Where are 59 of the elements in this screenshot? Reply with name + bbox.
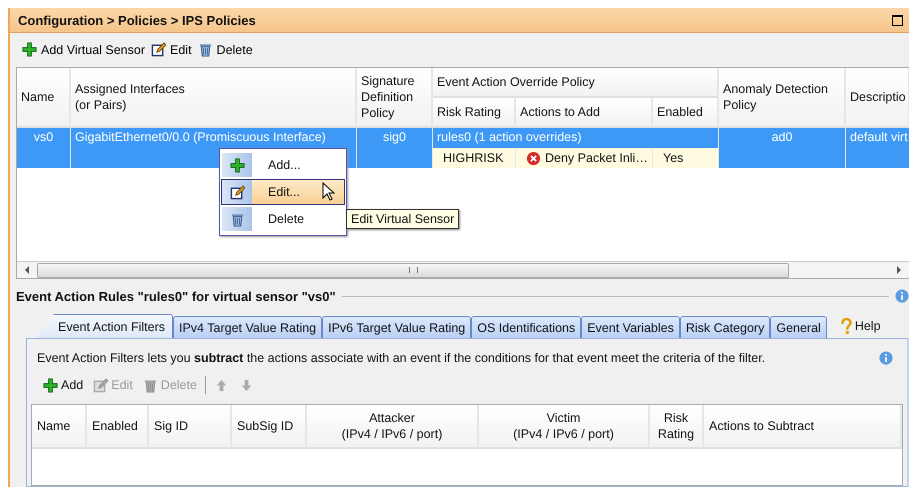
tab[interactable]: Event Action Filters bbox=[36, 314, 173, 338]
horizontal-scrollbar[interactable] bbox=[17, 261, 909, 278]
table-cell: rules0 (1 action overrides) bbox=[433, 128, 719, 148]
section-title: Event Action Rules "rules0" for virtual sensor "vs0" bbox=[16, 288, 336, 304]
column-header: Name bbox=[32, 405, 87, 449]
column-header: SubSig ID bbox=[232, 405, 307, 449]
description-text: Event Action Filters lets you subtract the actions associate with an event if the conditions for that event meet the criteria of the filter. bbox=[37, 351, 766, 365]
column-header: Descriptio bbox=[846, 68, 909, 128]
tab[interactable]: OS Identifications bbox=[471, 316, 582, 338]
window-title: Configuration > Policies > IPS Policies bbox=[18, 12, 256, 28]
menu-item[interactable]: Delete bbox=[221, 206, 345, 232]
column-header: Name bbox=[17, 68, 71, 128]
table-cell: Yes bbox=[653, 148, 719, 168]
column-header: Signature Definition Policy bbox=[357, 68, 433, 128]
column-header: Anomaly Detection Policy bbox=[719, 68, 846, 128]
trash-icon bbox=[230, 212, 244, 226]
tab[interactable]: General bbox=[770, 316, 827, 338]
info-icon[interactable] bbox=[895, 289, 909, 303]
toolbar-button[interactable]: Edit bbox=[149, 40, 194, 59]
column-header: Enabled bbox=[87, 405, 149, 449]
trash-icon bbox=[198, 42, 213, 57]
edit-icon bbox=[151, 42, 166, 57]
table-cell: default virt bbox=[846, 128, 909, 168]
cursor-icon bbox=[322, 182, 335, 201]
edit-icon bbox=[93, 378, 108, 392]
column-header: Enabled bbox=[653, 98, 719, 128]
tab[interactable]: IPv6 Target Value Rating bbox=[322, 316, 472, 338]
table-cell: HIGHRISK bbox=[433, 148, 516, 168]
column-header: Actions to Subtract bbox=[704, 405, 902, 449]
table-cell: Deny Packet Inli… bbox=[516, 148, 653, 168]
error-icon bbox=[526, 150, 541, 166]
edit-icon bbox=[230, 184, 244, 200]
plus-icon bbox=[43, 378, 58, 392]
column-header: Risk Rating bbox=[433, 98, 516, 128]
column-header: Attacker (IPv4 / IPv6 / port) bbox=[307, 405, 479, 449]
menu-item[interactable]: Edit... bbox=[221, 179, 345, 205]
column-header: Assigned Interfaces (or Pairs) bbox=[71, 68, 357, 128]
trash-icon bbox=[142, 378, 158, 392]
column-header: Event Action Override Policy bbox=[433, 68, 719, 98]
column-header: Sig ID bbox=[149, 405, 232, 449]
help-icon bbox=[840, 318, 852, 334]
tab[interactable]: Risk Category bbox=[680, 316, 770, 338]
plus-icon bbox=[22, 42, 37, 57]
column-header: Actions to Add bbox=[516, 98, 653, 128]
tooltip: Edit Virtual Sensor bbox=[346, 209, 460, 229]
tab[interactable]: Event Variables bbox=[581, 316, 680, 338]
column-header: Victim (IPv4 / IPv6 / port) bbox=[479, 405, 650, 449]
plus-icon bbox=[230, 158, 244, 172]
table-cell: vs0 bbox=[17, 128, 71, 168]
table-cell: ad0 bbox=[719, 128, 846, 168]
toolbar-button[interactable]: Add bbox=[41, 378, 86, 392]
toolbar-button[interactable]: Add Virtual Sensor bbox=[20, 40, 147, 59]
tab[interactable]: IPv4 Target Value Rating bbox=[173, 316, 322, 338]
help-link[interactable]: Help bbox=[840, 318, 881, 334]
info-icon[interactable] bbox=[879, 351, 893, 365]
maximize-icon[interactable] bbox=[892, 14, 903, 26]
table-cell: sig0 bbox=[357, 128, 433, 168]
toolbar-button[interactable]: Delete bbox=[196, 40, 255, 59]
column-header: Risk Rating bbox=[650, 405, 704, 449]
